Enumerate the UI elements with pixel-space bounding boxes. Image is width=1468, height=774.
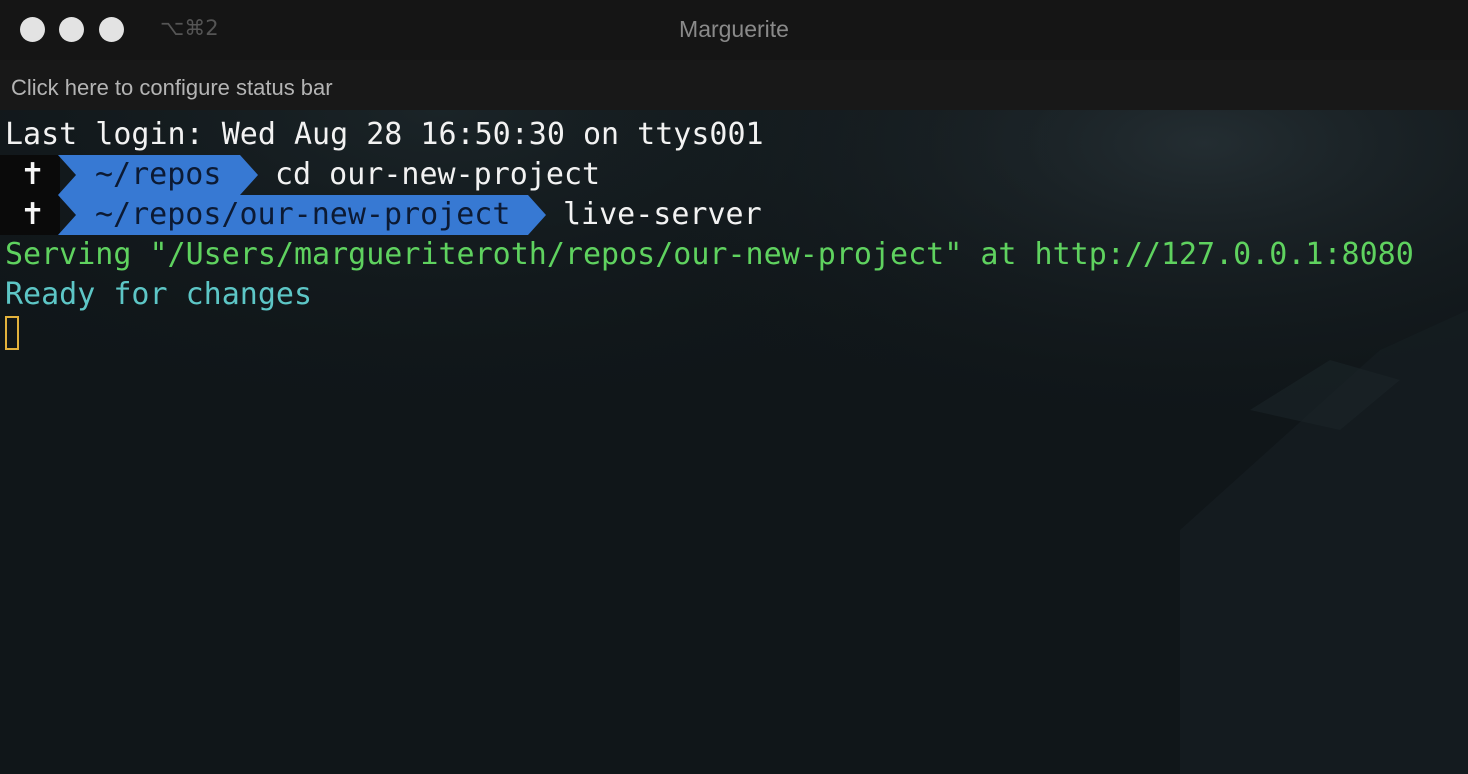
cross-icon: ✝ bbox=[20, 157, 46, 192]
configure-status-bar-link[interactable]: Click here to configure status bar bbox=[11, 75, 333, 101]
prompt-symbol-segment: ✝ bbox=[0, 155, 60, 195]
window-title: Marguerite bbox=[679, 16, 789, 42]
cross-icon: ✝ bbox=[20, 197, 46, 232]
ready-output-line: Ready for changes bbox=[5, 277, 313, 312]
prompt-command: live-server bbox=[563, 197, 762, 232]
last-login-line: Last login: Wed Aug 28 16:50:30 on ttys0… bbox=[5, 117, 764, 152]
prompt-path: ~/repos/our-new-project bbox=[95, 197, 511, 232]
server-output-line: Serving "/Users/margueriteroth/repos/our… bbox=[5, 237, 1414, 272]
prompt-symbol-segment: ✝ bbox=[0, 195, 60, 235]
terminal-window: ⌥⌘2 Marguerite Click here to configure s… bbox=[0, 0, 1468, 774]
terminal-content[interactable]: Last login: Wed Aug 28 16:50:30 on ttys0… bbox=[0, 110, 1468, 774]
prompt-command: cd our-new-project bbox=[275, 157, 601, 192]
terminal-cursor bbox=[5, 316, 19, 350]
prompt-path: ~/repos bbox=[95, 157, 222, 192]
status-bar[interactable]: Click here to configure status bar bbox=[0, 60, 1468, 110]
title-bar: ⌥⌘2 Marguerite bbox=[0, 0, 1468, 60]
